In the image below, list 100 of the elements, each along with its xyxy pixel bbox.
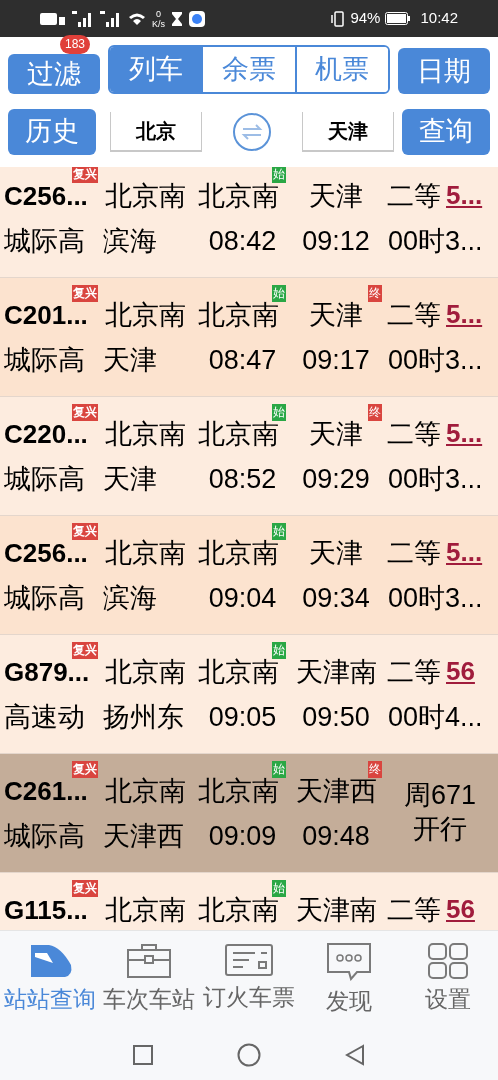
train-number: C201... xyxy=(4,302,88,327)
seat-class: 二等 xyxy=(387,659,441,684)
train-type: 城际高 xyxy=(4,585,85,610)
train-number: C256... xyxy=(4,540,88,565)
station-text: 天津 xyxy=(309,183,363,208)
depart-time: 09:09 xyxy=(208,823,277,848)
arrive-time: 09:12 xyxy=(302,228,370,253)
train-type: 城际高 xyxy=(4,347,85,372)
segment-tab[interactable]: 机票 xyxy=(294,47,388,92)
vibrate-icon xyxy=(331,10,346,27)
ticket-icon xyxy=(225,943,273,977)
train-number: C256... xyxy=(4,183,88,208)
train-badge: 复兴 xyxy=(72,404,98,421)
station-text: 北京南 xyxy=(198,897,279,922)
train-badge: 复兴 xyxy=(72,880,98,897)
search-button[interactable]: 查询 xyxy=(401,108,490,155)
tab-bar-item[interactable]: 车次车站 xyxy=(99,931,200,1030)
origin-badge: 始 xyxy=(272,761,286,778)
origin-badge: 始 xyxy=(272,880,286,897)
station-text: 滨海 xyxy=(103,585,157,610)
station-text: 天津南 xyxy=(295,897,377,922)
train-type: 城际高 xyxy=(4,466,85,491)
tab-bar-item[interactable]: 订火车票 xyxy=(199,931,299,1030)
tab-bar-item[interactable]: 发现 xyxy=(298,931,399,1030)
duration-text: 00时3... xyxy=(388,228,483,253)
date-button[interactable]: 日期 xyxy=(398,48,490,94)
to-station-field[interactable]: 天津 xyxy=(302,111,394,152)
seat-class: 二等 xyxy=(387,302,441,327)
station-text: 北京南 xyxy=(105,421,186,446)
price-link[interactable]: 5... xyxy=(446,176,483,215)
train-number: C220... xyxy=(4,421,88,446)
station-text: 北京南 xyxy=(198,778,279,803)
train-row[interactable]: 复兴 C256... 北京南 始 北京南 天津 二等 5... 城际高 滨海 08:42 09:12 00时3... xyxy=(0,167,498,278)
train-row[interactable]: 复兴 C256... 北京南 始 北京南 天津 二等 5... 城际高 滨海 09:04 09:34 00时3... xyxy=(0,516,498,635)
price-link[interactable]: 5... xyxy=(446,414,483,453)
train-badge: 复兴 xyxy=(72,761,98,778)
swap-icon[interactable] xyxy=(232,111,272,152)
train-number: G879... xyxy=(4,659,90,684)
history-button[interactable]: 历史 xyxy=(8,108,97,155)
clock: 10:42 xyxy=(420,8,458,29)
origin-badge: 始 xyxy=(272,167,286,183)
station-text: 北京南 xyxy=(105,897,186,922)
station-text: 扬州东 xyxy=(103,704,184,729)
tab-bar-item[interactable]: 站站查询 xyxy=(0,931,100,1030)
speed-unit: K/s xyxy=(152,18,165,29)
train-type: 城际高 xyxy=(4,823,85,848)
from-station-field[interactable]: 北京 xyxy=(110,111,202,152)
terminal-badge: 终 xyxy=(368,404,382,421)
origin-badge: 始 xyxy=(272,642,286,659)
train-row[interactable]: 复兴 C201... 北京南 始 北京南 终 天津 二等 5... 城际高 天津 08:47 09:17 00时3... xyxy=(0,278,498,397)
depart-time: 09:05 xyxy=(208,704,277,729)
segment-tab[interactable]: 列车 xyxy=(110,47,202,92)
briefcase-icon xyxy=(126,943,173,979)
arrive-time: 09:34 xyxy=(302,585,370,610)
depart-time: 08:52 xyxy=(208,466,277,491)
price-link[interactable]: 56 xyxy=(446,890,475,929)
duration-text: 00时4... xyxy=(388,704,483,729)
train-badge: 复兴 xyxy=(72,523,98,540)
train-row[interactable]: 复兴 C261... 北京南 始 北京南 终 天津西 周671 城际高 天津西 09:09 09:48 开行 xyxy=(0,754,498,873)
price-link[interactable]: 5... xyxy=(446,295,483,334)
duration-text: 00时3... xyxy=(388,347,483,372)
schedule-note: 周671 xyxy=(403,782,477,807)
seat-class: 二等 xyxy=(387,540,441,565)
back-icon[interactable] xyxy=(345,1044,365,1066)
train-number: G115... xyxy=(4,897,88,922)
wifi-icon xyxy=(128,11,146,26)
station-text: 北京南 xyxy=(198,659,279,684)
station-text: 北京南 xyxy=(105,183,186,208)
station-text: 北京南 xyxy=(198,540,279,565)
station-text: 天津 xyxy=(103,347,157,372)
signal-icon xyxy=(72,10,94,27)
chat-bubble-icon xyxy=(326,943,371,981)
depart-time: 09:04 xyxy=(208,585,277,610)
price-link[interactable]: 5... xyxy=(446,533,483,572)
price-link[interactable]: 56 xyxy=(446,652,475,691)
origin-badge: 始 xyxy=(272,285,286,302)
filter-button[interactable]: 过滤 xyxy=(8,54,100,94)
terminal-badge: 终 xyxy=(368,285,382,302)
station-text: 北京南 xyxy=(198,183,279,208)
schedule-note: 开行 xyxy=(413,816,467,841)
home-icon[interactable] xyxy=(237,1043,261,1067)
recent-apps-icon[interactable] xyxy=(133,1045,153,1065)
seat-class: 二等 xyxy=(387,897,441,922)
station-text: 北京南 xyxy=(198,302,279,327)
tab-bar-item[interactable]: 设置 xyxy=(398,931,498,1030)
seat-class: 二等 xyxy=(387,183,441,208)
battery-icon xyxy=(385,12,412,25)
station-text: 天津 xyxy=(309,302,363,327)
count-badge: 183 xyxy=(60,35,91,54)
station-text: 滨海 xyxy=(103,228,157,253)
station-text: 北京南 xyxy=(105,778,186,803)
arrive-time: 09:48 xyxy=(302,823,370,848)
depart-time: 08:42 xyxy=(208,228,277,253)
station-text: 北京南 xyxy=(105,540,186,565)
train-number: C261... xyxy=(4,778,88,803)
station-text: 天津西 xyxy=(103,823,184,848)
train-badge: 复兴 xyxy=(72,167,98,183)
depart-time: 08:47 xyxy=(208,347,277,372)
train-type: 高速动 xyxy=(4,704,85,729)
arrive-time: 09:29 xyxy=(302,466,370,491)
